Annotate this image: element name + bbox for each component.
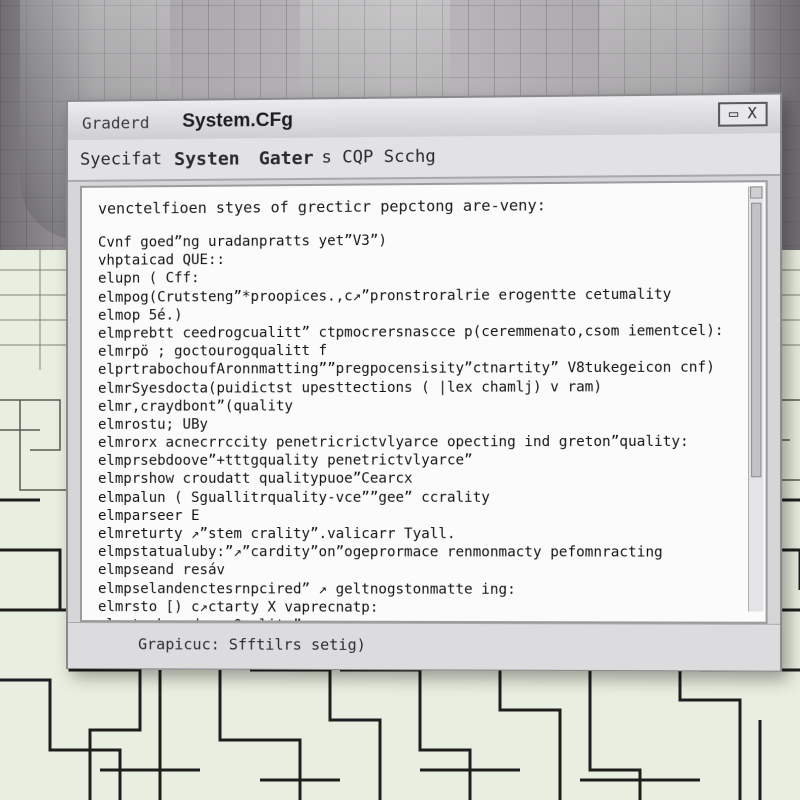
config-window: Graderd System.CFg ▭ X Syecifat Systen G… — [66, 92, 782, 671]
code-line: elmpselandenctesrnpcired” ↗ geltnogstonm… — [98, 580, 749, 599]
code-line: elmr,craydbont”(quality — [98, 396, 749, 416]
code-line: elmreturty ↗”stem crality”.valicarr Tyal… — [98, 525, 749, 544]
menu-item-cqp[interactable]: s CQP Scchg — [321, 147, 435, 168]
code-line: elmpstatualuby:”↗”cardity”on”ogeprormace… — [98, 543, 749, 562]
code-line: elmpalun ( Sguallitrquality-vce””gee” cc… — [98, 488, 749, 507]
close-button[interactable]: ▭ X — [718, 102, 768, 127]
window-title: System.CFg — [182, 110, 293, 133]
code-line: elmpseand resáv — [98, 561, 749, 580]
menu-bar: Syecifat Systen Gater s CQP Scchg — [68, 133, 780, 182]
app-name: Graderd — [82, 113, 150, 133]
scroll-up-arrow-icon[interactable] — [750, 186, 762, 198]
menu-item-systen[interactable]: Systen — [174, 148, 239, 170]
content-heading: venctelfioen styes of grecticr pepctong … — [98, 196, 546, 218]
code-line: elmprsebdoove”+tttgquality penetrictvlya… — [98, 451, 749, 470]
code-line: elmparseer E — [98, 507, 749, 525]
status-text: Grapicuc: Sfftilrs setig) — [138, 635, 366, 654]
config-text-area[interactable]: venctelfioen styes of grecticr pepctong … — [80, 180, 768, 624]
code-line: elmrorx acnecrrccity penetricrictvlyarce… — [98, 433, 749, 453]
vertical-scrollbar[interactable] — [748, 186, 764, 611]
code-line: elmprebtt ceedrogcualitt” ctpmocrersnasc… — [98, 322, 749, 343]
code-line: elmrsto [) c↗ctarty X vaprecnatp: — [98, 598, 749, 618]
status-bar: Grapicuc: Sfftilrs setig) — [68, 622, 780, 671]
code-line: elmrostu; UBy — [98, 414, 749, 434]
code-line: elprtrabochoufAronnmatting””pregpocensis… — [98, 359, 749, 380]
scroll-thumb[interactable] — [751, 203, 761, 478]
menu-item-gater[interactable]: Gater — [259, 148, 314, 170]
code-line: elmrSyesdocta(puidictst upesttections ( … — [98, 377, 749, 397]
menu-item-syecifat[interactable]: Syecifat — [80, 149, 162, 170]
scene-background: Graderd System.CFg ▭ X Syecifat Systen G… — [0, 0, 800, 800]
code-line: elmprshow croudatt qualitypuoe”Cearcx — [98, 470, 749, 489]
code-lines: Cvnf goed”ng uradanpratts yet”V3”) vhptai… — [98, 229, 749, 624]
code-line: elmpog(Crutsteng”*proopices.,c↗”pronstro… — [98, 285, 749, 307]
